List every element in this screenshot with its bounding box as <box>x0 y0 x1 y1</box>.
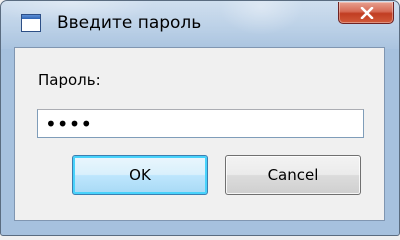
password-label: Пароль: <box>38 71 101 89</box>
ok-button[interactable]: OK <box>72 155 208 195</box>
password-field[interactable] <box>37 109 364 138</box>
title-bar[interactable]: Введите пароль <box>1 1 399 47</box>
dialog-client-area: Пароль: OK Cancel <box>14 47 385 221</box>
cancel-button[interactable]: Cancel <box>225 155 361 195</box>
close-button[interactable] <box>338 2 394 24</box>
close-icon <box>360 7 374 19</box>
window-icon <box>21 14 41 32</box>
password-input[interactable] <box>38 110 363 137</box>
window-title: Введите пароль <box>57 13 202 33</box>
password-dialog: Введите пароль Пароль: OK Cancel <box>0 0 400 236</box>
